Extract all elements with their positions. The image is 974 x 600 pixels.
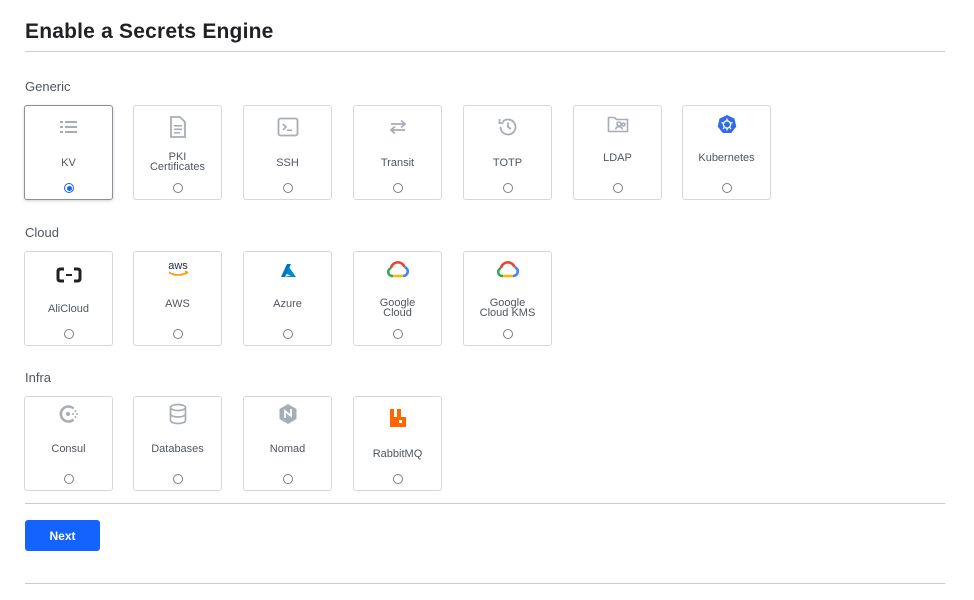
engine-radio-azure[interactable] bbox=[283, 329, 293, 339]
engine-radio-ldap[interactable] bbox=[613, 183, 623, 193]
folder-users-icon bbox=[574, 113, 661, 135]
engine-radio-transit[interactable] bbox=[393, 183, 403, 193]
engine-label: Google Cloud bbox=[358, 298, 437, 319]
next-button[interactable]: Next bbox=[25, 520, 100, 551]
svg-text:aws: aws bbox=[168, 260, 188, 272]
rabbitmq-icon bbox=[354, 407, 441, 429]
section-label-infra: Infra bbox=[25, 370, 52, 385]
document-icon bbox=[134, 116, 221, 138]
history-icon bbox=[464, 116, 551, 138]
engine-radio-google-cloud[interactable] bbox=[393, 329, 403, 339]
engine-radio-consul[interactable] bbox=[64, 474, 74, 484]
engine-label: TOTP bbox=[492, 157, 523, 169]
engine-tile-kv[interactable]: KV bbox=[24, 105, 113, 200]
azure-icon bbox=[244, 260, 331, 282]
engine-tile-pki[interactable]: PKI Certificates bbox=[133, 105, 222, 200]
title-divider bbox=[25, 51, 945, 52]
engine-label: AliCloud bbox=[48, 303, 89, 315]
engine-label: Transit bbox=[380, 157, 415, 169]
engine-label: PKI Certificates bbox=[138, 152, 217, 173]
engine-radio-pki[interactable] bbox=[173, 183, 183, 193]
page-title: Enable a Secrets Engine bbox=[25, 20, 274, 43]
engine-radio-databases[interactable] bbox=[173, 474, 183, 484]
engine-label: LDAP bbox=[603, 152, 632, 164]
engine-label: Azure bbox=[273, 298, 302, 310]
engine-radio-rabbitmq[interactable] bbox=[393, 474, 403, 484]
engine-radio-ssh[interactable] bbox=[283, 183, 293, 193]
section-label-generic: Generic bbox=[25, 79, 71, 94]
engine-tile-aws[interactable]: aws AWS bbox=[133, 251, 222, 346]
engine-label: RabbitMQ bbox=[372, 448, 423, 460]
engine-radio-kv[interactable] bbox=[64, 183, 74, 193]
engine-label: AWS bbox=[165, 298, 190, 310]
google-cloud-icon bbox=[354, 259, 441, 281]
engine-radio-nomad[interactable] bbox=[283, 474, 293, 484]
google-cloud-kms-icon bbox=[464, 259, 551, 281]
section-label-cloud: Cloud bbox=[25, 225, 59, 240]
engine-label: Databases bbox=[151, 443, 204, 455]
engine-tile-ssh[interactable]: SSH bbox=[243, 105, 332, 200]
engine-tile-ldap[interactable]: LDAP bbox=[573, 105, 662, 200]
engine-radio-totp[interactable] bbox=[503, 183, 513, 193]
engine-tile-totp[interactable]: TOTP bbox=[463, 105, 552, 200]
terminal-icon bbox=[244, 116, 331, 138]
engine-label: Nomad bbox=[269, 443, 306, 455]
engine-label-line: Cloud KMS bbox=[479, 307, 536, 319]
engine-tile-alicloud[interactable]: AliCloud bbox=[24, 251, 113, 346]
engine-label: Kubernetes bbox=[698, 152, 755, 164]
form-divider bbox=[25, 503, 945, 504]
engine-label: Google Cloud KMS bbox=[468, 298, 547, 319]
kubernetes-icon bbox=[683, 113, 770, 135]
footer-divider bbox=[25, 583, 945, 584]
engine-tile-google-cloud-kms[interactable]: Google Cloud KMS bbox=[463, 251, 552, 346]
nomad-icon bbox=[244, 403, 331, 425]
aws-icon: aws bbox=[134, 258, 221, 280]
engine-tile-databases[interactable]: Databases bbox=[133, 396, 222, 491]
database-icon bbox=[134, 403, 221, 425]
engine-radio-alicloud[interactable] bbox=[64, 329, 74, 339]
engine-label-line: Cloud bbox=[383, 307, 412, 319]
engine-tile-transit[interactable]: Transit bbox=[353, 105, 442, 200]
engine-tile-rabbitmq[interactable]: RabbitMQ bbox=[353, 396, 442, 491]
consul-icon bbox=[25, 403, 112, 425]
engine-radio-aws[interactable] bbox=[173, 329, 183, 339]
arrows-swap-icon bbox=[354, 116, 441, 138]
engine-tile-azure[interactable]: Azure bbox=[243, 251, 332, 346]
list-icon bbox=[25, 116, 112, 138]
engine-label: Consul bbox=[51, 443, 86, 455]
engine-radio-google-cloud-kms[interactable] bbox=[503, 329, 513, 339]
engine-tile-nomad[interactable]: Nomad bbox=[243, 396, 332, 491]
engine-radio-kubernetes[interactable] bbox=[722, 183, 732, 193]
engine-tile-kubernetes[interactable]: Kubernetes bbox=[682, 105, 771, 200]
alicloud-icon bbox=[25, 264, 112, 286]
engine-label-line: Certificates bbox=[149, 161, 206, 173]
engine-label: SSH bbox=[276, 157, 299, 169]
engine-label: KV bbox=[61, 157, 76, 169]
engine-tile-consul[interactable]: Consul bbox=[24, 396, 113, 491]
engine-tile-google-cloud[interactable]: Google Cloud bbox=[353, 251, 442, 346]
